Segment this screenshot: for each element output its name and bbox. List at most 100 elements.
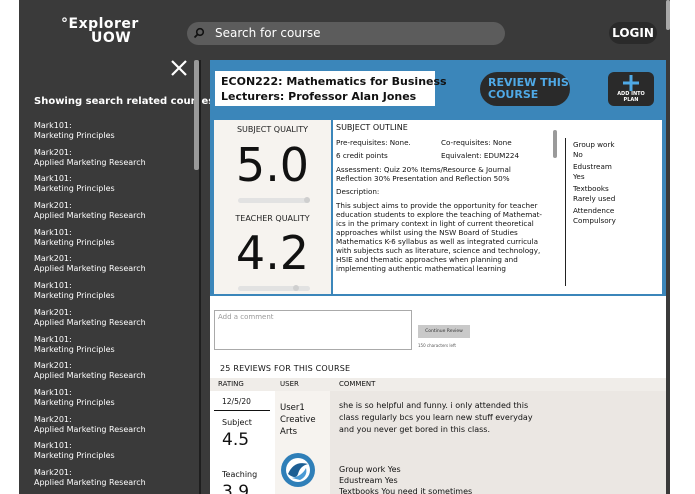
course-code: Mark201: — [34, 467, 72, 477]
plus-icon — [623, 75, 639, 91]
comment-line: and you never get bored in this class. — [339, 425, 491, 434]
course-name: Applied Marketing Research — [34, 424, 146, 434]
review-button-line-2: COURSE — [488, 88, 539, 101]
user-faculty-line-1: Creative — [280, 415, 316, 425]
edustream-value: Yes — [573, 172, 585, 181]
add-button-line-2: PLAN — [623, 97, 639, 103]
sidebar-course-item[interactable]: Mark201: Applied Marketing Research — [34, 254, 146, 281]
comment-line: she is so helpful and funny. i only atte… — [339, 401, 529, 410]
add-into-plan-button[interactable]: ADD INTO PLAN — [608, 72, 654, 106]
logo[interactable]: °Explorer UOW — [61, 17, 139, 45]
description-line: education students to explore the teachi… — [336, 210, 543, 219]
course-code: Mark101: — [34, 281, 72, 291]
close-icon[interactable] — [169, 58, 189, 78]
teacher-quality-value: 4.2 — [235, 226, 310, 280]
course-code: Mark201: — [34, 201, 72, 211]
sidebar-course-item[interactable]: Mark201: Applied Marketing Research — [34, 308, 146, 335]
corequisites: Co-requisites: None — [441, 138, 512, 147]
course-name: Marketing Principles — [34, 344, 115, 354]
date-underline — [214, 410, 270, 411]
course-code: Mark201: — [34, 147, 72, 157]
teacher-quality-label: TEACHER QUALITY — [235, 214, 310, 223]
sidebar-course-item[interactable]: Mark201: Applied Marketing Research — [34, 361, 146, 388]
course-name: Marketing Principles — [34, 451, 115, 461]
course-info-section: SUBJECT QUALITY 5.0 TEACHER QUALITY 4.2 … — [210, 118, 666, 296]
continue-review-button[interactable]: Continue Review — [418, 325, 470, 338]
course-name: Marketing Principles — [34, 237, 115, 247]
description-line: ics in the primary context in light of c… — [336, 219, 534, 228]
course-name: Marketing Principles — [34, 131, 115, 140]
sidebar-course-item[interactable]: Mark101: Marketing Principles — [34, 121, 146, 148]
course-name: Applied Marketing Research — [34, 477, 146, 487]
logo-line-2: UOW — [91, 30, 132, 46]
description-line: Mathematics K-6 syllabus as well as inte… — [336, 237, 538, 246]
subject-quality-bar — [238, 197, 310, 203]
reviews-title: 25 REVIEWS FOR THIS COURSE — [220, 364, 351, 373]
sidebar-course-item[interactable]: Mark101: Marketing Principles — [34, 335, 146, 362]
characters-left: 150 characters left — [418, 343, 456, 348]
textbooks-value: Rarely used — [573, 194, 616, 203]
assessment-line-2: Reflection 30% Presentation and Reflecti… — [336, 174, 510, 183]
course-attributes: Group work No Edustream Yes Textbooks Rarel… — [573, 140, 616, 228]
review-subject-value: 4.5 — [222, 430, 250, 450]
course-code: Mark101: — [34, 227, 72, 237]
course-title: ECON222: Mathematics for Business — [221, 75, 447, 88]
description-line: with subjects such as literature, scienc… — [336, 246, 541, 255]
course-code: Mark101: — [34, 441, 72, 451]
review-date: 12/5/20 — [222, 397, 251, 406]
course-detail-panel: ECON222: Mathematics for Business Lectur… — [210, 60, 666, 494]
avatar[interactable] — [280, 452, 316, 488]
edustream-label: Edustream — [573, 162, 612, 171]
outline-scrollbar[interactable] — [553, 130, 557, 158]
course-code: Mark201: — [34, 414, 72, 424]
review-course-button[interactable]: REVIEW THIS COURSE — [480, 72, 570, 106]
teacher-quality-bar — [238, 285, 310, 291]
textbooks-label: Textbooks — [573, 184, 609, 193]
subject-outline: SUBJECT OUTLINE Pre-requisites: None. Co-… — [333, 120, 662, 294]
course-code: Mark101: — [34, 334, 72, 344]
comment-placeholder: Add a comment — [218, 313, 274, 321]
sidebar-course-item[interactable]: Mark201: Applied Marketing Research — [34, 468, 146, 494]
comment-input[interactable]: Add a comment — [214, 310, 412, 350]
sidebar-course-item[interactable]: Mark101: Marketing Principles — [34, 388, 146, 415]
course-name: Marketing Principles — [34, 291, 115, 301]
comment-line: class regularly bcs you learn new stuff … — [339, 413, 533, 422]
course-code: Mark101: — [34, 174, 72, 184]
sidebar-divider — [199, 60, 201, 494]
login-button[interactable]: LOGIN — [609, 22, 657, 44]
course-code: Mark201: — [34, 307, 72, 317]
course-lecturer: Lecturers: Professor Alan Jones — [221, 90, 417, 103]
review-comment: she is so helpful and funny. i only atte… — [339, 400, 559, 436]
course-name: Marketing Principles — [34, 397, 115, 407]
description-label: Description: — [336, 187, 380, 196]
course-name: Marketing Principles — [34, 184, 115, 194]
sidebar-course-item[interactable]: Mark101: Marketing Principles — [34, 174, 146, 201]
attendence-value: Compulsory — [573, 216, 616, 225]
course-code: Mark201: — [34, 361, 72, 371]
sidebar-course-item[interactable]: Mark201: Applied Marketing Research — [34, 415, 146, 442]
user-faculty-line-2: Arts — [280, 427, 298, 437]
description-line: This subject aims to provide the opportu… — [336, 201, 538, 210]
sidebar-course-item[interactable]: Mark201: Applied Marketing Research — [34, 201, 146, 228]
search-icon — [193, 27, 205, 39]
tag-line: Group work Yes — [339, 465, 401, 474]
page-scrollbar[interactable] — [666, 0, 670, 30]
group-work-value: No — [573, 150, 583, 159]
outline-text: SUBJECT OUTLINE Pre-requisites: None. Co-… — [336, 123, 552, 287]
search-input[interactable]: Search for course — [187, 22, 505, 45]
course-code: Mark201: — [34, 254, 72, 264]
quality-panel: SUBJECT QUALITY 5.0 TEACHER QUALITY 4.2 — [214, 120, 331, 294]
course-code: Mark101: — [34, 387, 72, 397]
sidebar-course-item[interactable]: Mark201: Applied Marketing Research — [34, 148, 146, 175]
outline-heading: SUBJECT OUTLINE — [336, 123, 408, 132]
course-name: Applied Marketing Research — [34, 211, 146, 221]
review-user[interactable]: User1 Creative Arts — [280, 402, 316, 438]
sidebar-course-item[interactable]: Mark101: Marketing Principles — [34, 228, 146, 255]
sidebar-course-item[interactable]: Mark101: Marketing Principles — [34, 441, 146, 468]
sidebar-course-item[interactable]: Mark101: Marketing Principles — [34, 281, 146, 308]
search-placeholder: Search for course — [215, 26, 321, 40]
review-teaching-value: 3.9 — [222, 482, 250, 494]
course-name: Applied Marketing Research — [34, 371, 146, 381]
column-comment: COMMENT — [339, 380, 376, 388]
teacher-quality-knob — [293, 285, 299, 291]
